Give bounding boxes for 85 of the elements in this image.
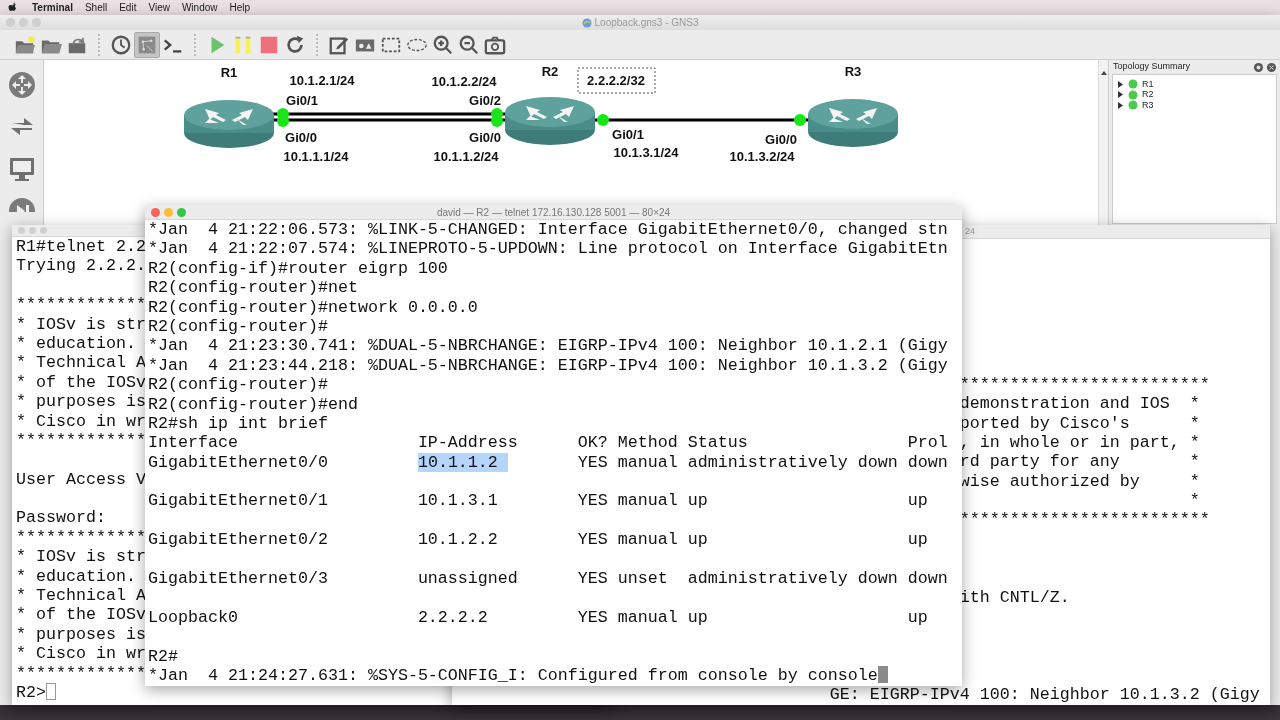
panel-title: Topology Summary [1113, 60, 1191, 74]
terminal-line: R2(config-router)#end [148, 394, 358, 414]
address-label: 10.1.2.1/24 [289, 72, 355, 88]
menu-item[interactable]: View [142, 0, 176, 15]
terminal-line: *Jan 4 21:22:07.574: %LINEPROTO-5-UPDOWN: Line protocol on Interface GigabitEtn [148, 239, 948, 259]
address-label: 10.1.3.1/24 [613, 144, 679, 160]
menu-item[interactable]: Window [175, 0, 224, 15]
terminal-line: ************* [16, 663, 146, 683]
port-label: Gi0/0 [469, 129, 501, 145]
window-title: 24 [965, 226, 975, 236]
terminal-line: * education. [16, 566, 136, 586]
menu-item[interactable]: Terminal [26, 0, 79, 15]
terminal-text: YES manual administratively down down [576, 452, 948, 472]
terminal-line: * Technical A [16, 353, 146, 373]
terminal-line: ************************* [959, 510, 1210, 530]
menu-item[interactable]: Edit [113, 0, 143, 15]
terminal-line: demonstration and IOS * [959, 394, 1200, 414]
terminal-line: *Jan 4 21:22:06.573: %LINK-5-CHANGED: Interface GigabitEthernet0/0, changed stn [148, 220, 948, 239]
address-label: 10.1.2.2/24 [431, 73, 497, 89]
terminal-line: * Cisco in wr [16, 411, 146, 431]
terminal-line: R2(config-router)#network 0.0.0.0 [148, 297, 478, 317]
terminal-line: * purposes is [16, 392, 146, 412]
terminal-line: Trying 2.2.2. [16, 256, 146, 276]
menu-item[interactable]: Shell [78, 0, 114, 15]
terminal-line: R1#telnet 2.2 [16, 237, 146, 256]
terminal-line: GigabitEthernet0/2 10.1.2.2 YES manual up up [148, 530, 928, 550]
terminal-line: * IOSv is str [16, 547, 146, 567]
terminal-line: Password: [16, 508, 106, 528]
terminal-line: Interface IP-Address OK? Method Status Prol [148, 433, 948, 453]
terminal-line: R2#sh ip int brief [148, 413, 328, 433]
terminal-line: * of the IOSv [16, 605, 146, 625]
terminal-line: * Technical A [16, 586, 146, 606]
terminal-line: GE: EIGRP-IPv4 100: Neighbor 10.1.3.2 (Gigy [829, 685, 1260, 704]
terminal-line: ************* [16, 430, 146, 450]
apple-icon[interactable] [8, 1, 18, 14]
terminal-line: R2(config-router)# [148, 316, 328, 336]
terminal-line: * Cisco in wr [16, 644, 146, 664]
terminal-line: GigabitEthernet0/1 10.1.3.1 YES manual up up [148, 491, 928, 511]
terminal-line: Loopback0 2.2.2.2 YES manual up up [148, 607, 928, 627]
terminal-line: rd party for any * [959, 452, 1200, 472]
terminal-line: * education. [16, 333, 136, 353]
terminal-line: ************* [16, 527, 146, 547]
port-label: Gi0/0 [765, 131, 797, 147]
close-icon[interactable] [1267, 62, 1276, 72]
port-label: Gi0/0 [285, 129, 317, 145]
expand-caret-icon[interactable] [1117, 80, 1124, 88]
terminal-line: *Jan 4 21:23:44.218: %DUAL-5-NBRCHANGE: EIGRP-IPv4 100: Neighbor 10.1.3.2 (Gigy [148, 355, 948, 375]
expand-caret-icon[interactable] [1117, 101, 1124, 109]
app-icon [581, 17, 592, 28]
terminal-line: R2(config-if)#router eigrp 100 [148, 258, 448, 278]
terminal-line: ************* [16, 295, 146, 315]
terminal-line: R2(config-router)# [148, 375, 328, 395]
port-label: Gi0/1 [612, 126, 644, 142]
router-label: R3 [844, 63, 862, 79]
port-label: Gi0/2 [469, 92, 501, 108]
terminal-line: R2(config-router)#net [148, 278, 358, 298]
window-control[interactable] [151, 208, 160, 217]
float-icon[interactable] [1254, 62, 1263, 72]
terminal-line: User Access V [16, 469, 146, 489]
note-text: 2.2.2.2/32 [587, 72, 645, 88]
terminal-text: GigabitEthernet0/0 [148, 452, 329, 472]
tree-item[interactable]: R1 [1142, 77, 1154, 91]
window-title: Loopback.gns3 - GNS3 [594, 16, 699, 30]
terminal-line: * of the IOSv [16, 372, 146, 392]
address-label: 10.1.3.2/24 [729, 148, 795, 164]
window-title: david — R2 — telnet 172.16.130.128 5001 — 80×24 [436, 207, 671, 218]
terminal-line: *Jan 4 21:24:27.631: %SYS-5-CONFIG_I: Configured from console by console [148, 666, 878, 685]
router-label: R2 [541, 63, 559, 79]
terminal-line: R2> [16, 683, 46, 702]
address-label: 10.1.1.2/24 [433, 148, 499, 164]
terminal-line: ************************* [959, 374, 1210, 394]
address-label: 10.1.1.1/24 [283, 148, 349, 164]
expand-caret-icon[interactable] [1117, 91, 1124, 99]
terminal-line: R2# [148, 646, 178, 666]
terminal-line: ith CNTL/Z. [959, 588, 1070, 608]
terminal-line: GigabitEthernet0/3 unassigned YES unset administratively down down [148, 569, 948, 589]
terminal-line: *Jan 4 21:23:30.741: %DUAL-5-NBRCHANGE: EIGRP-IPv4 100: Neighbor 10.1.2.1 (Gigy [148, 336, 948, 356]
terminal-line: * purposes is [16, 624, 146, 644]
selected-text: 10.1.1.2 [417, 452, 508, 472]
menu-item[interactable]: Help [223, 0, 257, 15]
port-label: Gi0/1 [286, 92, 318, 108]
terminal-line: , in whole or in part, * [959, 432, 1200, 452]
terminal-line: * IOSv is str [16, 314, 146, 334]
terminal-line: * [1189, 491, 1200, 511]
router-label: R1 [220, 64, 238, 80]
